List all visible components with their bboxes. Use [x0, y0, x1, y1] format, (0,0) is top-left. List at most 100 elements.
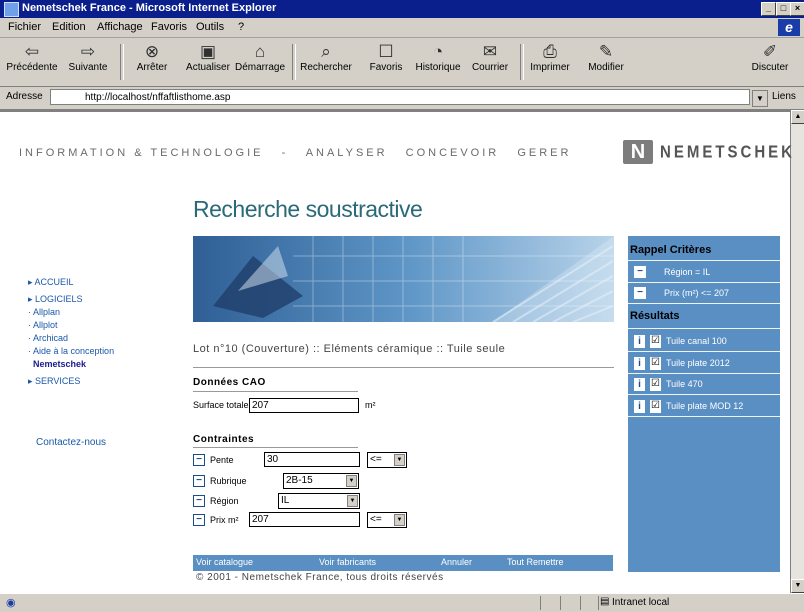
region-select[interactable]: IL ▼: [278, 493, 360, 509]
top-navigation: INFORMATION & TECHNOLOGIE - ANALYSER CON…: [19, 147, 583, 159]
menu-favoris[interactable]: Favoris: [151, 21, 187, 33]
close-button[interactable]: ×: [790, 2, 804, 16]
stop-icon: ⊗: [144, 42, 160, 61]
result-item[interactable]: i ☑ Tuile 470: [630, 376, 780, 393]
view-catalogue-button[interactable]: Voir catalogue: [196, 557, 253, 567]
left-nav-allplot[interactable]: · Allplot: [28, 319, 114, 332]
search-button[interactable]: ⌕ Rechercher: [300, 40, 352, 84]
address-label: Adresse: [6, 91, 43, 102]
nemetschek-logo-text: NEMETSCHEK: [660, 142, 796, 163]
address-bar: Adresse http://localhost/nffaftlisthome.…: [0, 87, 804, 110]
info-icon[interactable]: i: [634, 400, 645, 413]
edit-button[interactable]: ✎ Modifier: [580, 40, 632, 84]
constraint-label-region: Région: [210, 496, 239, 506]
checkbox-icon[interactable]: ☑: [650, 335, 661, 348]
nemetschek-logo-icon: N: [623, 140, 653, 164]
window-title-bar: Nemetschek France - Microsoft Internet E…: [0, 0, 804, 18]
nav-concevoir[interactable]: CONCEVOIR: [406, 147, 500, 159]
info-icon[interactable]: i: [634, 378, 645, 391]
scroll-up-icon[interactable]: ▲: [791, 110, 804, 124]
menu-affichage[interactable]: Affichage: [97, 21, 143, 33]
reset-all-button[interactable]: Tout Remettre: [507, 557, 564, 567]
mail-button[interactable]: ✉ Courrier: [464, 40, 516, 84]
result-item[interactable]: i ☑ Tuile canal 100: [630, 333, 780, 350]
divider: [193, 367, 614, 368]
divider: [193, 391, 358, 392]
nav-gerer[interactable]: GERER: [517, 147, 571, 159]
remove-rubrique-icon[interactable]: −: [193, 475, 205, 487]
favorites-button[interactable]: ☐ Favoris: [360, 40, 412, 84]
checkbox-icon[interactable]: ☑: [650, 400, 661, 413]
left-nav-accueil[interactable]: ▸ ACCUEIL: [28, 276, 114, 289]
address-input[interactable]: http://localhost/nffaftlisthome.asp: [50, 89, 750, 105]
maximize-button[interactable]: □: [776, 2, 791, 16]
prix-input[interactable]: 207: [249, 512, 360, 527]
action-bar: Voir catalogue Voir fabricants Annuler T…: [193, 555, 613, 571]
status-bar: ◉ ▤ Intranet local: [0, 593, 804, 612]
result-item[interactable]: i ☑ Tuile plate MOD 12: [630, 398, 780, 415]
left-nav-archicad[interactable]: · Archicad: [28, 332, 114, 345]
info-icon[interactable]: i: [634, 357, 645, 370]
ie-logo-icon: e: [778, 19, 800, 36]
cancel-button[interactable]: Annuler: [441, 557, 472, 567]
forward-arrow-icon: ⇨: [80, 42, 96, 61]
nav-analyser[interactable]: ANALYSER: [306, 147, 388, 159]
back-arrow-icon: ⇦: [24, 42, 40, 61]
prix-operator-select[interactable]: <= ▼: [367, 512, 407, 528]
menu-outils[interactable]: Outils: [196, 21, 224, 33]
constraint-label-pente: Pente: [210, 455, 234, 465]
view-manufacturers-button[interactable]: Voir fabricants: [319, 557, 376, 567]
menu-edition[interactable]: Edition: [52, 21, 86, 33]
checkbox-icon[interactable]: ☑: [650, 357, 661, 370]
discuss-button[interactable]: ✐ Discuter: [740, 40, 800, 84]
rubrique-select[interactable]: 2B-15 ▼: [283, 473, 359, 489]
menu-fichier[interactable]: Fichier: [8, 21, 41, 33]
result-item[interactable]: i ☑ Tuile plate 2012: [630, 355, 780, 372]
scroll-down-icon[interactable]: ▼: [791, 579, 804, 593]
checkbox-icon[interactable]: ☑: [650, 378, 661, 391]
nav-information-technologie[interactable]: INFORMATION & TECHNOLOGIE: [19, 147, 264, 159]
favorites-icon: ☐: [378, 42, 394, 61]
browser-toolbar: ⇦ Précédente ⇨ Suivante ⊗ Arrêter ▣ Actualis…: [0, 38, 804, 87]
copyright-footer: © 2001 - Nemetschek France, tous droits …: [196, 572, 444, 583]
surface-input[interactable]: 207: [249, 398, 359, 413]
forward-button[interactable]: ⇨ Suivante: [62, 40, 114, 84]
left-nav-services[interactable]: ▸ SERVICES: [28, 375, 114, 388]
chevron-down-icon: ▼: [346, 475, 357, 487]
links-button[interactable]: Liens: [772, 91, 796, 102]
print-button[interactable]: ⎙ Imprimer: [524, 40, 576, 84]
window-title: Nemetschek France - Microsoft Internet E…: [22, 2, 277, 14]
info-icon[interactable]: i: [634, 335, 645, 348]
pente-input[interactable]: 30: [264, 452, 360, 467]
pente-operator-select[interactable]: <= ▼: [367, 452, 407, 468]
left-nav-logiciels[interactable]: ▸ LOGICIELS: [28, 293, 114, 306]
breadcrumb: Lot n°10 (Couverture) :: Eléments cérami…: [193, 343, 506, 355]
home-button[interactable]: ⌂ Démarrage: [234, 40, 286, 84]
reminder-title: Rappel Critères: [630, 244, 712, 256]
address-dropdown-button[interactable]: ▼: [752, 90, 768, 107]
back-button[interactable]: ⇦ Précédente: [6, 40, 58, 84]
mail-icon: ✉: [482, 42, 498, 61]
remove-pente-icon[interactable]: −: [193, 454, 205, 466]
ie-app-icon: [4, 2, 19, 17]
page-done-icon: ◉: [6, 597, 16, 609]
remove-criterion-icon[interactable]: −: [634, 287, 646, 299]
left-nav-nemetschek[interactable]: Nemetschek: [28, 358, 114, 371]
menu-help[interactable]: ?: [238, 21, 244, 33]
history-button[interactable]: ◔ Historique: [412, 40, 464, 84]
left-nav-allplan[interactable]: · Allplan: [28, 306, 114, 319]
reminder-item: − Région = IL: [630, 264, 780, 281]
refresh-button[interactable]: ▣ Actualiser: [182, 40, 234, 84]
search-icon: ⌕: [321, 42, 331, 61]
menu-bar: Fichier Edition Affichage Favoris Outils…: [0, 18, 804, 38]
remove-criterion-icon[interactable]: −: [634, 266, 646, 278]
left-nav-aide-conception[interactable]: · Aide à la conception: [28, 345, 114, 358]
remove-prix-icon[interactable]: −: [193, 514, 205, 526]
contact-link[interactable]: Contactez-nous: [36, 437, 106, 448]
minimize-button[interactable]: _: [761, 2, 776, 16]
stop-button[interactable]: ⊗ Arrêter: [126, 40, 178, 84]
constraint-label-rubrique: Rubrique: [210, 476, 247, 486]
remove-region-icon[interactable]: −: [193, 495, 205, 507]
vertical-scrollbar[interactable]: ▲ ▼: [790, 110, 804, 593]
home-icon: ⌂: [254, 42, 266, 61]
